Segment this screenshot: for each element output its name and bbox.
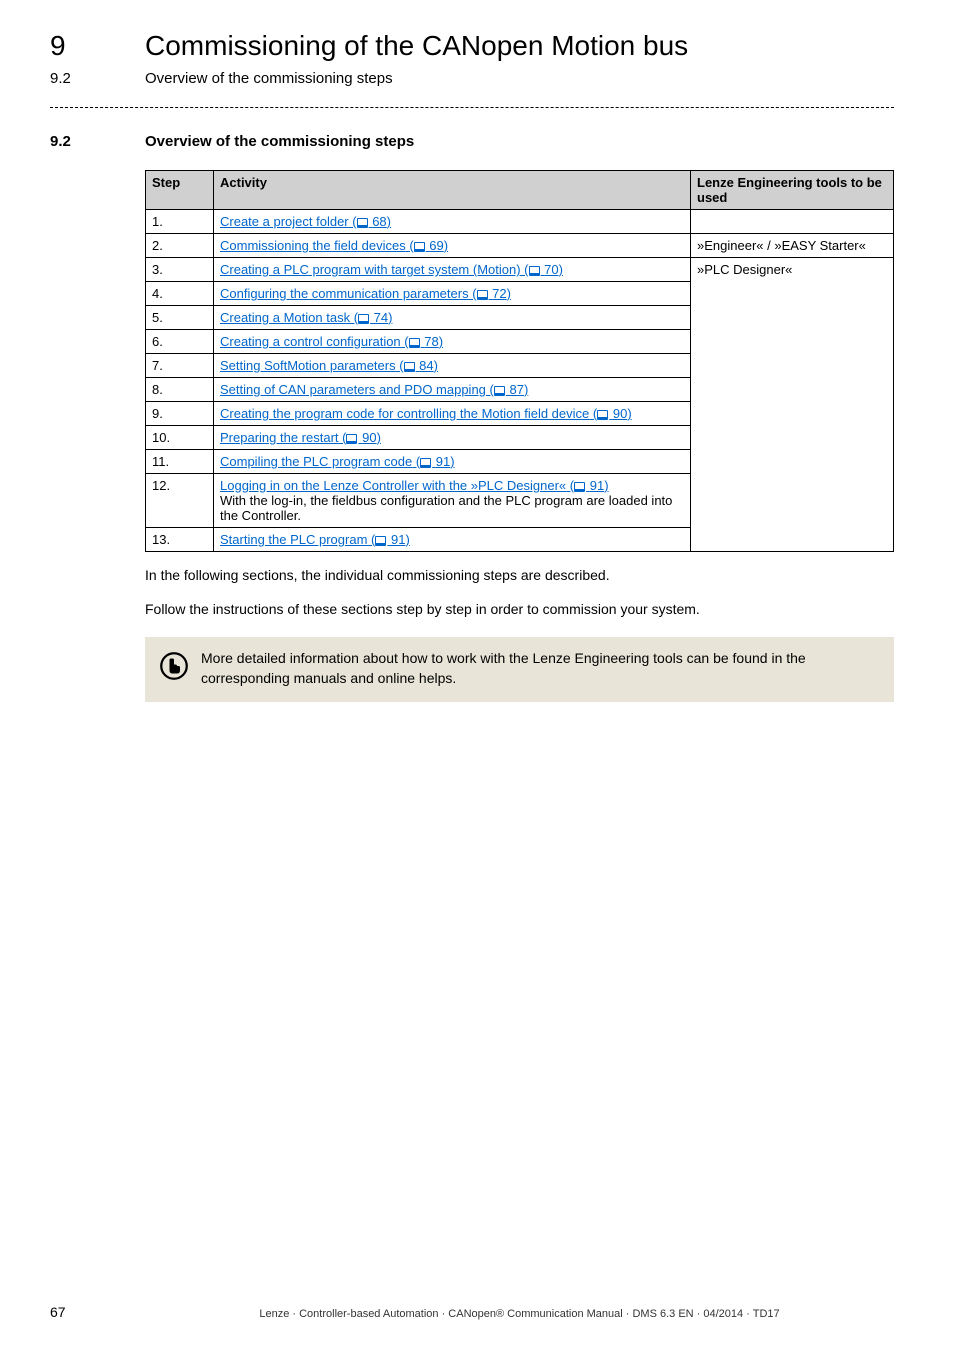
section-title: Overview of the commissioning steps [145,133,414,150]
page-number: 67 [50,1304,145,1320]
pointer-icon [159,651,189,686]
cell-step: 10. [146,426,214,450]
cell-step: 8. [146,378,214,402]
page-ref-icon [574,482,585,492]
cell-activity: Starting the PLC program ( 91) [214,528,691,552]
cell-activity: Configuring the communication parameters… [214,282,691,306]
cell-step: 3. [146,258,214,282]
page-ref-icon [404,362,415,372]
activity-link[interactable]: Creating a PLC program with target syste… [220,262,563,277]
activity-link[interactable]: Compiling the PLC program code ( 91) [220,454,455,469]
cell-tools [691,210,894,234]
cell-tools: »PLC Designer« [691,258,894,552]
page-footer: 67 Lenze · Controller-based Automation ·… [50,1304,894,1320]
cell-tools: »Engineer« / »EASY Starter« [691,234,894,258]
cell-activity: Creating a Motion task ( 74) [214,306,691,330]
page-ref-icon [597,410,608,420]
table-header-activity: Activity [214,171,691,210]
table-header-tools: Lenze Engineering tools to be used [691,171,894,210]
activity-link[interactable]: Configuring the communication parameters… [220,286,511,301]
cell-activity: Logging in on the Lenze Controller with … [214,474,691,528]
page-ref-icon [494,386,505,396]
cell-activity: Creating a control configuration ( 78) [214,330,691,354]
cell-step: 4. [146,282,214,306]
cell-step: 13. [146,528,214,552]
page-ref-icon [375,536,386,546]
table-row: 2. Commissioning the field devices ( 69)… [146,234,894,258]
table-row: 3. Creating a PLC program with target sy… [146,258,894,282]
cell-step: 2. [146,234,214,258]
cell-activity: Creating the program code for controllin… [214,402,691,426]
page-ref-icon [346,434,357,444]
section-number-header: 9.2 [50,70,145,87]
page-ref-icon [529,266,540,276]
cell-step: 6. [146,330,214,354]
page-ref-icon [409,338,420,348]
footer-text: Lenze · Controller-based Automation · CA… [145,1308,894,1320]
page-ref-icon [477,290,488,300]
paragraph: In the following sections, the individua… [145,566,894,586]
cell-step: 7. [146,354,214,378]
activity-link[interactable]: Creating a Motion task ( 74) [220,310,392,325]
cell-step: 11. [146,450,214,474]
cell-step: 1. [146,210,214,234]
cell-step: 5. [146,306,214,330]
cell-activity: Create a project folder ( 68) [214,210,691,234]
cell-activity: Setting of CAN parameters and PDO mappin… [214,378,691,402]
page-ref-icon [358,314,369,324]
activity-link[interactable]: Creating a control configuration ( 78) [220,334,443,349]
page-ref-icon [414,242,425,252]
activity-link[interactable]: Setting of CAN parameters and PDO mappin… [220,382,528,397]
steps-table: Step Activity Lenze Engineering tools to… [145,170,894,552]
activity-link[interactable]: Setting SoftMotion parameters ( 84) [220,358,438,373]
table-header-step: Step [146,171,214,210]
cell-activity: Creating a PLC program with target syste… [214,258,691,282]
activity-link[interactable]: Starting the PLC program ( 91) [220,532,410,547]
divider [50,107,894,108]
section-number: 9.2 [50,133,145,150]
activity-link[interactable]: Logging in on the Lenze Controller with … [220,478,609,493]
section-title-header: Overview of the commissioning steps [145,70,393,87]
page-ref-icon [420,458,431,468]
cell-step: 9. [146,402,214,426]
table-row: 1. Create a project folder ( 68) [146,210,894,234]
cell-step: 12. [146,474,214,528]
activity-link[interactable]: Creating the program code for controllin… [220,406,632,421]
activity-link[interactable]: Create a project folder ( 68) [220,214,391,229]
page-ref-icon [357,218,368,228]
cell-activity: Compiling the PLC program code ( 91) [214,450,691,474]
cell-activity: Commissioning the field devices ( 69) [214,234,691,258]
note-text: More detailed information about how to w… [201,649,880,688]
activity-link[interactable]: Commissioning the field devices ( 69) [220,238,448,253]
chapter-title: Commissioning of the CANopen Motion bus [145,30,688,62]
cell-activity: Setting SoftMotion parameters ( 84) [214,354,691,378]
paragraph: Follow the instructions of these section… [145,600,894,620]
cell-activity: Preparing the restart ( 90) [214,426,691,450]
note-box: More detailed information about how to w… [145,637,894,702]
activity-link[interactable]: Preparing the restart ( 90) [220,430,381,445]
chapter-number: 9 [50,30,145,62]
